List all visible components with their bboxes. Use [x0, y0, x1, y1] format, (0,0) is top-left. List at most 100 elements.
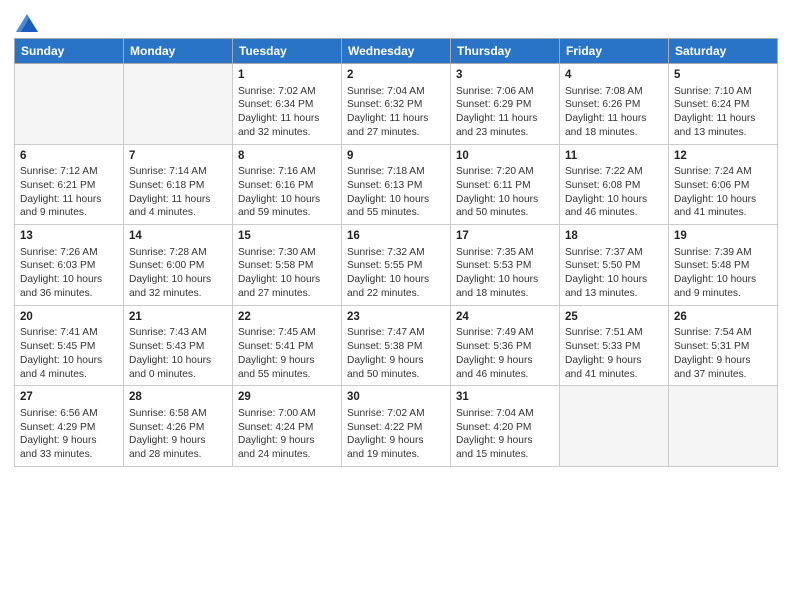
calendar-header-row: SundayMondayTuesdayWednesdayThursdayFrid… [15, 39, 778, 64]
day-cell: 10Sunrise: 7:20 AM Sunset: 6:11 PM Dayli… [451, 144, 560, 225]
day-number: 7 [129, 149, 227, 165]
day-number: 19 [674, 229, 772, 245]
week-row-1: 1Sunrise: 7:02 AM Sunset: 6:34 PM Daylig… [15, 64, 778, 145]
week-row-3: 13Sunrise: 7:26 AM Sunset: 6:03 PM Dayli… [15, 225, 778, 306]
day-info: Sunrise: 7:28 AM Sunset: 6:00 PM Dayligh… [129, 246, 227, 301]
day-number: 12 [674, 149, 772, 165]
day-info: Sunrise: 7:22 AM Sunset: 6:08 PM Dayligh… [565, 165, 663, 220]
col-header-friday: Friday [560, 39, 669, 64]
day-cell: 25Sunrise: 7:51 AM Sunset: 5:33 PM Dayli… [560, 305, 669, 386]
day-cell: 26Sunrise: 7:54 AM Sunset: 5:31 PM Dayli… [669, 305, 778, 386]
day-info: Sunrise: 7:51 AM Sunset: 5:33 PM Dayligh… [565, 326, 663, 381]
day-number: 24 [456, 310, 554, 326]
day-info: Sunrise: 7:26 AM Sunset: 6:03 PM Dayligh… [20, 246, 118, 301]
day-cell [669, 386, 778, 467]
day-cell [124, 64, 233, 145]
day-cell: 17Sunrise: 7:35 AM Sunset: 5:53 PM Dayli… [451, 225, 560, 306]
day-number: 17 [456, 229, 554, 245]
day-number: 31 [456, 390, 554, 406]
day-cell: 4Sunrise: 7:08 AM Sunset: 6:26 PM Daylig… [560, 64, 669, 145]
logo [14, 10, 38, 32]
day-cell: 18Sunrise: 7:37 AM Sunset: 5:50 PM Dayli… [560, 225, 669, 306]
day-info: Sunrise: 7:32 AM Sunset: 5:55 PM Dayligh… [347, 246, 445, 301]
day-cell: 13Sunrise: 7:26 AM Sunset: 6:03 PM Dayli… [15, 225, 124, 306]
day-cell: 12Sunrise: 7:24 AM Sunset: 6:06 PM Dayli… [669, 144, 778, 225]
day-cell: 22Sunrise: 7:45 AM Sunset: 5:41 PM Dayli… [233, 305, 342, 386]
day-cell: 28Sunrise: 6:58 AM Sunset: 4:26 PM Dayli… [124, 386, 233, 467]
day-info: Sunrise: 7:49 AM Sunset: 5:36 PM Dayligh… [456, 326, 554, 381]
day-info: Sunrise: 7:10 AM Sunset: 6:24 PM Dayligh… [674, 85, 772, 140]
day-number: 30 [347, 390, 445, 406]
day-number: 11 [565, 149, 663, 165]
day-info: Sunrise: 7:54 AM Sunset: 5:31 PM Dayligh… [674, 326, 772, 381]
day-cell: 16Sunrise: 7:32 AM Sunset: 5:55 PM Dayli… [342, 225, 451, 306]
day-number: 20 [20, 310, 118, 326]
day-number: 26 [674, 310, 772, 326]
day-info: Sunrise: 7:45 AM Sunset: 5:41 PM Dayligh… [238, 326, 336, 381]
day-cell: 21Sunrise: 7:43 AM Sunset: 5:43 PM Dayli… [124, 305, 233, 386]
day-cell: 11Sunrise: 7:22 AM Sunset: 6:08 PM Dayli… [560, 144, 669, 225]
day-number: 13 [20, 229, 118, 245]
day-cell: 23Sunrise: 7:47 AM Sunset: 5:38 PM Dayli… [342, 305, 451, 386]
day-info: Sunrise: 7:02 AM Sunset: 4:22 PM Dayligh… [347, 407, 445, 462]
day-cell: 14Sunrise: 7:28 AM Sunset: 6:00 PM Dayli… [124, 225, 233, 306]
day-number: 21 [129, 310, 227, 326]
col-header-thursday: Thursday [451, 39, 560, 64]
day-info: Sunrise: 7:47 AM Sunset: 5:38 PM Dayligh… [347, 326, 445, 381]
day-cell: 31Sunrise: 7:04 AM Sunset: 4:20 PM Dayli… [451, 386, 560, 467]
day-number: 6 [20, 149, 118, 165]
day-cell: 20Sunrise: 7:41 AM Sunset: 5:45 PM Dayli… [15, 305, 124, 386]
day-cell: 9Sunrise: 7:18 AM Sunset: 6:13 PM Daylig… [342, 144, 451, 225]
day-cell [560, 386, 669, 467]
day-cell: 7Sunrise: 7:14 AM Sunset: 6:18 PM Daylig… [124, 144, 233, 225]
header [14, 10, 778, 32]
day-cell: 24Sunrise: 7:49 AM Sunset: 5:36 PM Dayli… [451, 305, 560, 386]
day-info: Sunrise: 7:14 AM Sunset: 6:18 PM Dayligh… [129, 165, 227, 220]
day-number: 10 [456, 149, 554, 165]
day-cell: 2Sunrise: 7:04 AM Sunset: 6:32 PM Daylig… [342, 64, 451, 145]
day-number: 3 [456, 68, 554, 84]
week-row-5: 27Sunrise: 6:56 AM Sunset: 4:29 PM Dayli… [15, 386, 778, 467]
day-number: 8 [238, 149, 336, 165]
week-row-4: 20Sunrise: 7:41 AM Sunset: 5:45 PM Dayli… [15, 305, 778, 386]
day-info: Sunrise: 7:18 AM Sunset: 6:13 PM Dayligh… [347, 165, 445, 220]
day-info: Sunrise: 6:58 AM Sunset: 4:26 PM Dayligh… [129, 407, 227, 462]
day-number: 16 [347, 229, 445, 245]
day-cell [15, 64, 124, 145]
day-cell: 8Sunrise: 7:16 AM Sunset: 6:16 PM Daylig… [233, 144, 342, 225]
day-info: Sunrise: 7:24 AM Sunset: 6:06 PM Dayligh… [674, 165, 772, 220]
day-number: 14 [129, 229, 227, 245]
day-cell: 30Sunrise: 7:02 AM Sunset: 4:22 PM Dayli… [342, 386, 451, 467]
day-number: 25 [565, 310, 663, 326]
day-number: 18 [565, 229, 663, 245]
day-info: Sunrise: 6:56 AM Sunset: 4:29 PM Dayligh… [20, 407, 118, 462]
day-info: Sunrise: 7:00 AM Sunset: 4:24 PM Dayligh… [238, 407, 336, 462]
calendar: SundayMondayTuesdayWednesdayThursdayFrid… [14, 38, 778, 467]
day-number: 4 [565, 68, 663, 84]
day-number: 1 [238, 68, 336, 84]
day-info: Sunrise: 7:35 AM Sunset: 5:53 PM Dayligh… [456, 246, 554, 301]
day-cell: 6Sunrise: 7:12 AM Sunset: 6:21 PM Daylig… [15, 144, 124, 225]
col-header-tuesday: Tuesday [233, 39, 342, 64]
col-header-wednesday: Wednesday [342, 39, 451, 64]
day-info: Sunrise: 7:12 AM Sunset: 6:21 PM Dayligh… [20, 165, 118, 220]
day-info: Sunrise: 7:08 AM Sunset: 6:26 PM Dayligh… [565, 85, 663, 140]
day-info: Sunrise: 7:41 AM Sunset: 5:45 PM Dayligh… [20, 326, 118, 381]
day-number: 15 [238, 229, 336, 245]
day-number: 22 [238, 310, 336, 326]
col-header-sunday: Sunday [15, 39, 124, 64]
day-info: Sunrise: 7:06 AM Sunset: 6:29 PM Dayligh… [456, 85, 554, 140]
day-number: 5 [674, 68, 772, 84]
day-number: 9 [347, 149, 445, 165]
day-info: Sunrise: 7:02 AM Sunset: 6:34 PM Dayligh… [238, 85, 336, 140]
day-number: 27 [20, 390, 118, 406]
logo-icon [16, 14, 38, 32]
col-header-monday: Monday [124, 39, 233, 64]
col-header-saturday: Saturday [669, 39, 778, 64]
day-cell: 3Sunrise: 7:06 AM Sunset: 6:29 PM Daylig… [451, 64, 560, 145]
day-info: Sunrise: 7:39 AM Sunset: 5:48 PM Dayligh… [674, 246, 772, 301]
week-row-2: 6Sunrise: 7:12 AM Sunset: 6:21 PM Daylig… [15, 144, 778, 225]
day-info: Sunrise: 7:04 AM Sunset: 6:32 PM Dayligh… [347, 85, 445, 140]
day-cell: 29Sunrise: 7:00 AM Sunset: 4:24 PM Dayli… [233, 386, 342, 467]
day-cell: 5Sunrise: 7:10 AM Sunset: 6:24 PM Daylig… [669, 64, 778, 145]
